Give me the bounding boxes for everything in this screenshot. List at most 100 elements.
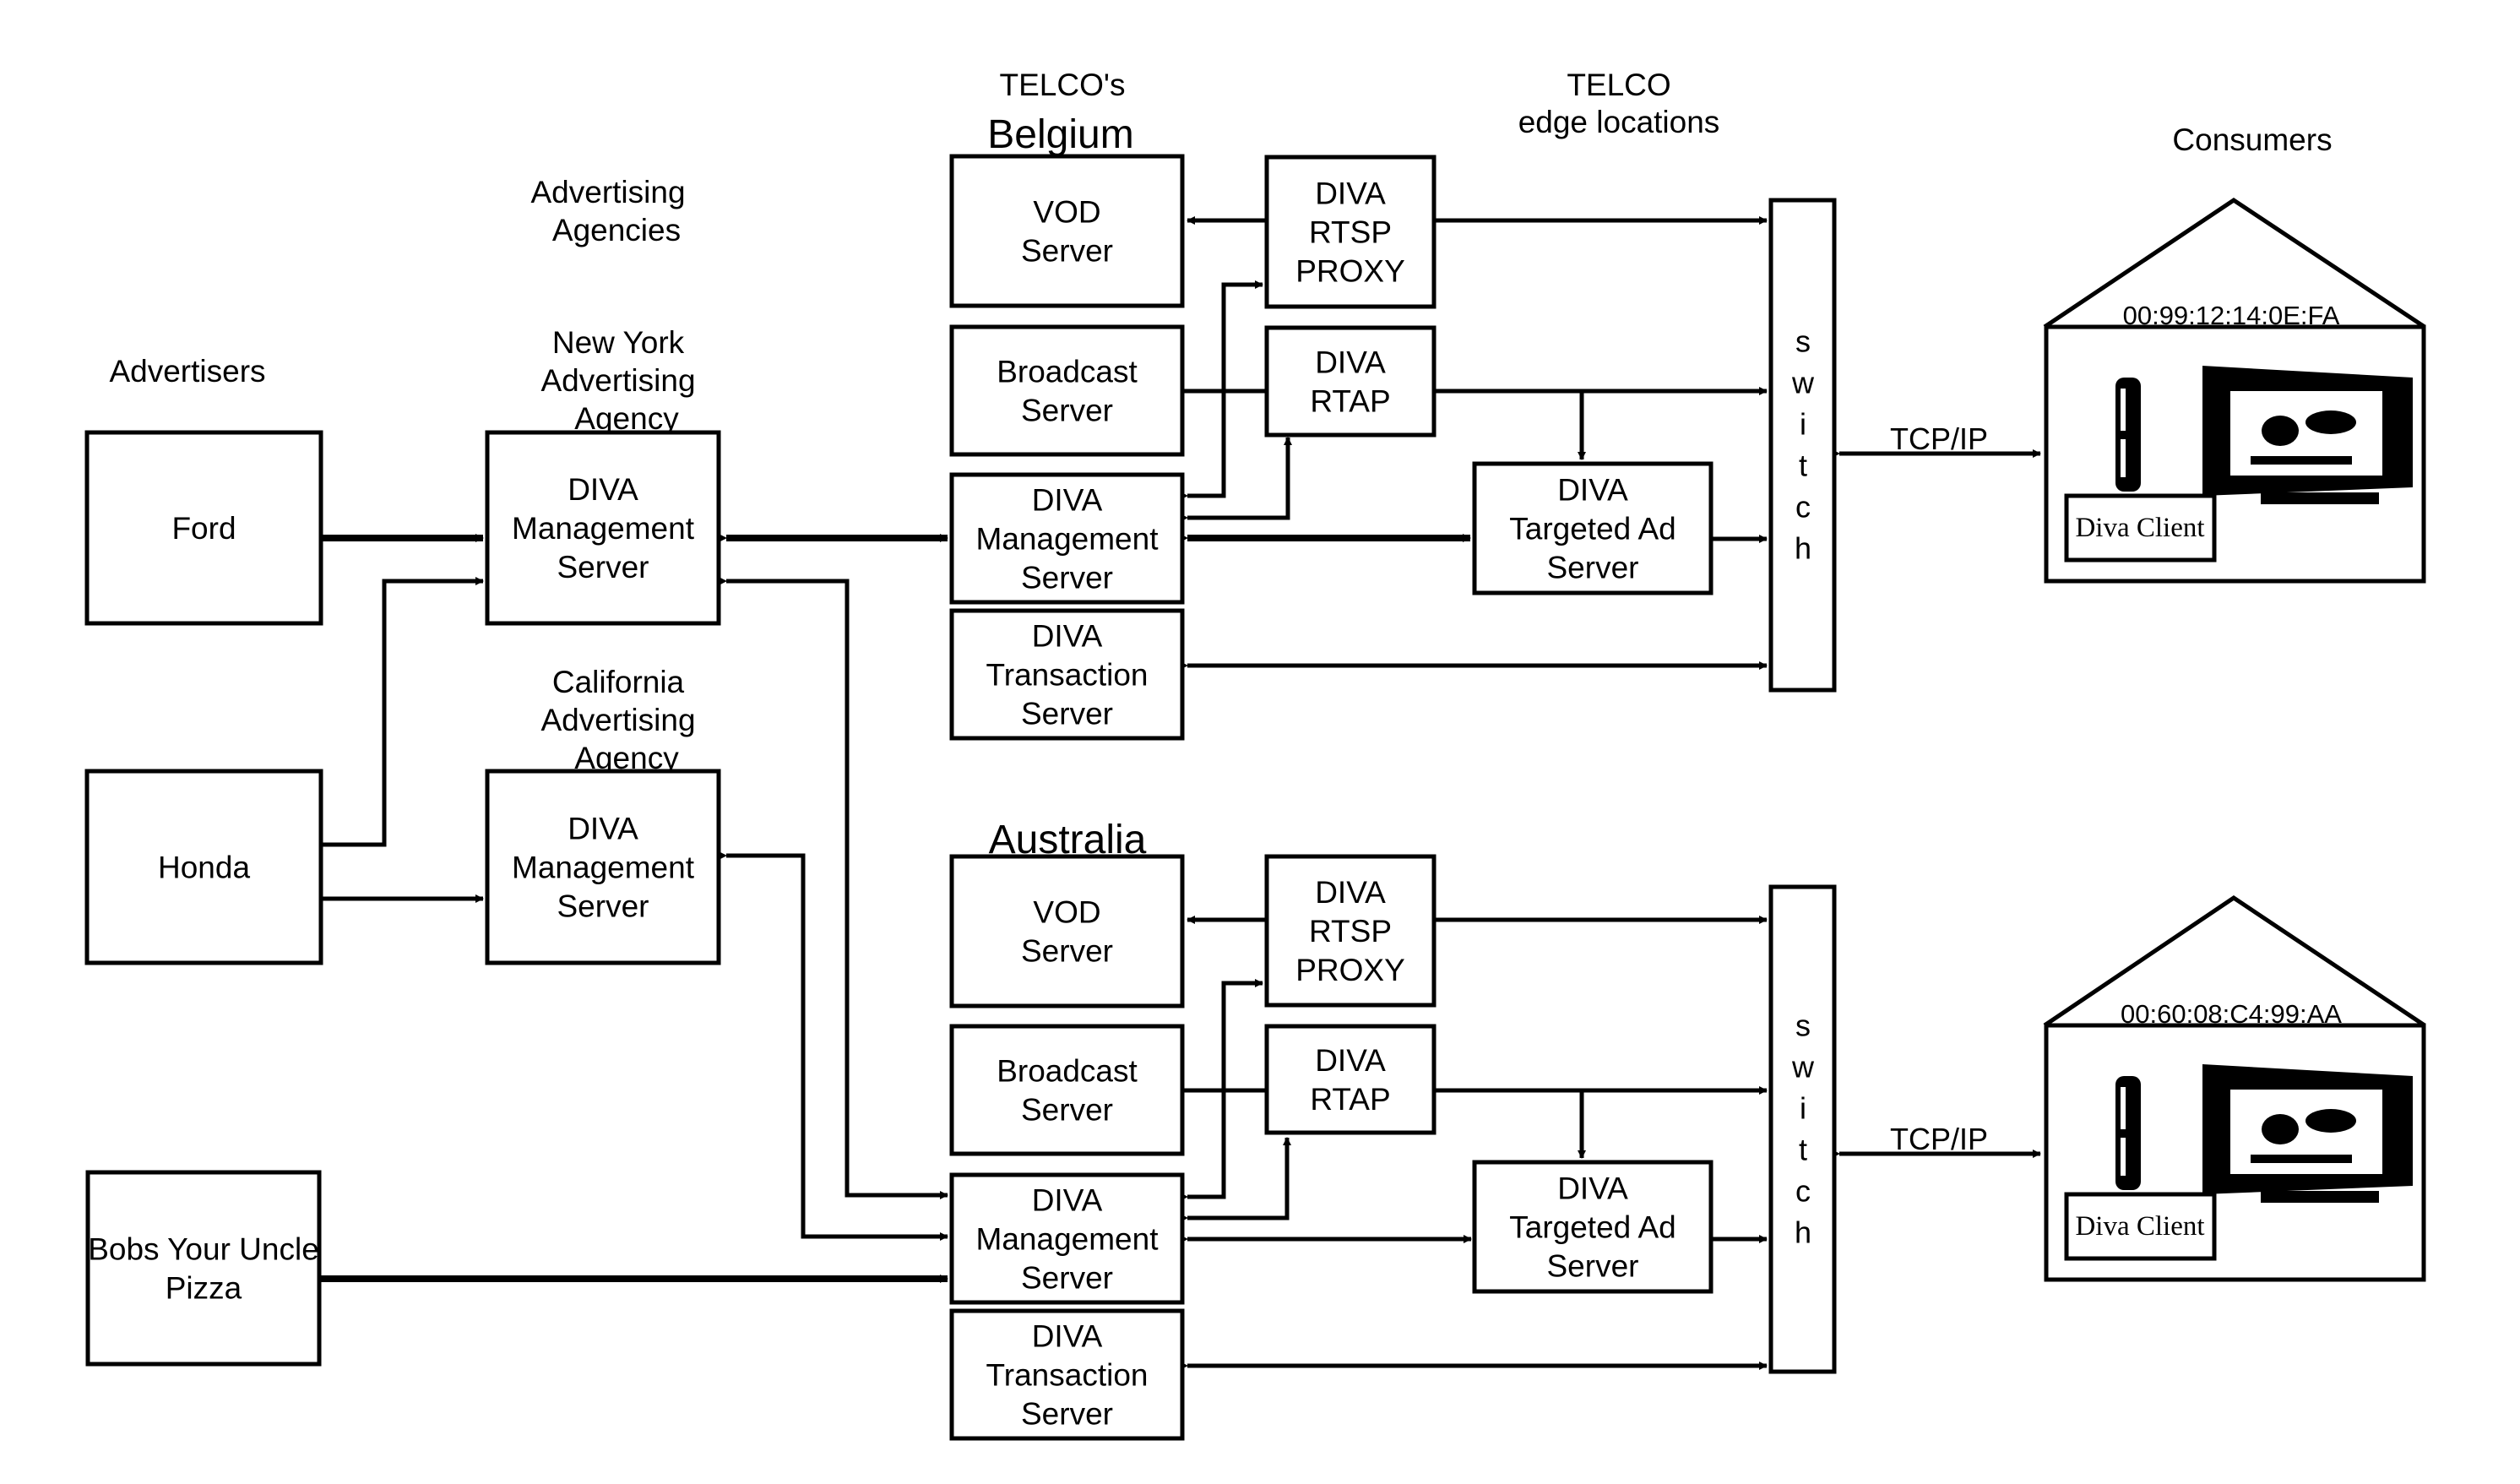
- belgium-diva-rtsp-proxy: DIVA RTSP PROXY: [1264, 155, 1437, 309]
- belgium-diva-rtap-label: DIVA: [1315, 345, 1386, 380]
- australia-vod-server: VOD Server: [949, 854, 1185, 1008]
- belgium-diva-rtsp-proxy-label: DIVA: [1315, 177, 1386, 211]
- belgium-broadcast-server-label: Broadcast: [997, 355, 1138, 389]
- australia-switch-letter: c: [1795, 1174, 1811, 1209]
- australia-broadcast-server-frame: [949, 1024, 1185, 1156]
- belgium-broadcast-server: Broadcast Server: [949, 324, 1185, 457]
- australia-diva-rtsp-proxy-label: DIVA: [1315, 875, 1386, 910]
- belgium-switch: switch: [1768, 198, 1837, 693]
- belgium-vod-server-label: VOD: [1033, 195, 1100, 230]
- australia-diva-rtap: DIVA RTAP: [1264, 1024, 1437, 1135]
- australia-diva-targeted-ad-server-label: Server: [1547, 1249, 1639, 1284]
- australia-broadcast-server: Broadcast Server: [949, 1024, 1185, 1156]
- belgium-diva-transaction-server: DIVA Transaction Server: [949, 608, 1185, 741]
- belgium-diva-rtsp-proxy-label: RTSP: [1309, 215, 1392, 250]
- belgium-vod-server-frame: [949, 154, 1185, 308]
- australia-vod-server-frame: [949, 854, 1185, 1008]
- advertiser-bobs-your-uncle-pizza-label: Pizza: [166, 1271, 242, 1306]
- advertiser-honda-label: Honda: [158, 851, 250, 885]
- belgium-diva-targeted-ad-server-label: Targeted Ad: [1509, 512, 1675, 546]
- header-telco-edge-locations: TELCO edge locations: [1518, 68, 1720, 139]
- ca-agency-management-server-label: Server: [557, 889, 649, 924]
- belgium-diva-targeted-ad-server-label: Server: [1547, 551, 1639, 585]
- australia-consumer-house: 00:60:08:C4:99:AA Diva Client: [2043, 894, 2426, 1282]
- advertiser-ford: Ford: [84, 430, 323, 626]
- australia-broadcast-server-label: Broadcast: [997, 1054, 1138, 1089]
- belgium-diva-transaction-server-label: Transaction: [986, 658, 1149, 693]
- belgium-mac-address: 00:99:12:14:0E:FA: [2123, 301, 2340, 330]
- television-icon: [2202, 1064, 2413, 1203]
- australia-diva-targeted-ad-server-label: DIVA: [1557, 1171, 1628, 1206]
- belgium-diva-rtsp-proxy-label: PROXY: [1295, 254, 1405, 289]
- svg-text:Advertising: Advertising: [530, 175, 685, 209]
- header-telcos: TELCO's: [1000, 68, 1126, 102]
- australia-diva-transaction-server: DIVA Transaction Server: [949, 1308, 1185, 1441]
- belgium-switch-letter: s: [1795, 324, 1811, 359]
- advertiser-bobs-your-uncle-pizza-frame: [85, 1170, 322, 1367]
- australia-diva-rtap-label: RTAP: [1310, 1082, 1390, 1117]
- diva-architecture-diagram: Advertisers Advertising Agencies TELCO's…: [84, 68, 2426, 1441]
- belgium-diva-rtap: DIVA RTAP: [1264, 325, 1437, 438]
- australia-diva-transaction-server-label: DIVA: [1032, 1319, 1103, 1354]
- svg-text:edge locations: edge locations: [1518, 105, 1720, 139]
- ca-agency-management-server-label: Management: [512, 851, 695, 885]
- australia-diva-management-server: DIVA Management Server: [949, 1172, 1185, 1305]
- svg-text:TELCO: TELCO: [1567, 68, 1670, 102]
- belgium-diva-management-server-label: DIVA: [1032, 483, 1103, 518]
- edge-be-mgmt-rtap: [1180, 437, 1292, 522]
- australia-diva-client: Diva Client: [2064, 1192, 2217, 1261]
- consumer-houses: 00:99:12:14:0E:FADiva Client00:60:08:C4:…: [2043, 197, 2426, 1282]
- set-top-box-icon: [2115, 1076, 2141, 1190]
- australia-switch-letter: t: [1799, 1133, 1807, 1167]
- belgium-switch-letter: h: [1795, 531, 1811, 566]
- belgium-diva-management-server-label: Management: [976, 522, 1160, 557]
- australia-diva-management-server-label: Server: [1021, 1261, 1113, 1296]
- belgium-switch-letter: i: [1800, 407, 1806, 442]
- belgium-diva-targeted-ad-server: DIVA Targeted Ad Server: [1472, 461, 1713, 595]
- australia-diva-rtap-label: DIVA: [1315, 1043, 1386, 1078]
- australia-mac-address: 00:60:08:C4:99:AA: [2121, 999, 2342, 1029]
- advertiser-bobs-your-uncle-pizza: Bobs Your Uncle Pizza: [85, 1170, 322, 1367]
- region-title-belgium: Belgium: [987, 112, 1133, 157]
- australia-diva-client-label: Diva Client: [2075, 1211, 2204, 1242]
- set-top-box-icon: [2115, 378, 2141, 492]
- belgium-switch-letter: t: [1799, 448, 1807, 483]
- australia-diva-management-server-label: Management: [976, 1222, 1160, 1257]
- australia-diva-rtap-frame: [1264, 1024, 1437, 1135]
- australia-switch: switch: [1768, 884, 1837, 1374]
- ny-agency-management-server: DIVA Management Server: [485, 430, 721, 626]
- belgium-consumer-house: 00:99:12:14:0E:FA Diva Client: [2043, 197, 2426, 584]
- svg-text:New York: New York: [552, 325, 685, 360]
- belgium-switch-frame: [1768, 198, 1837, 693]
- ca-agency-management-server: DIVA Management Server: [485, 769, 721, 965]
- australia-switch-letter: h: [1795, 1215, 1811, 1250]
- australia-vod-server-label: VOD: [1033, 895, 1100, 930]
- belgium-diva-client-label: Diva Client: [2075, 513, 2204, 543]
- advertiser-ford-label: Ford: [171, 511, 236, 546]
- ny-agency-management-server-label: Management: [512, 511, 695, 546]
- australia-diva-targeted-ad-server: DIVA Targeted Ad Server: [1472, 1160, 1713, 1294]
- australia-diva-transaction-server-label: Server: [1021, 1397, 1113, 1432]
- belgium-switch-letter: c: [1795, 490, 1811, 525]
- belgium-switch-letter: w: [1791, 366, 1815, 400]
- australia-diva-targeted-ad-server-label: Targeted Ad: [1509, 1210, 1675, 1245]
- belgium-vod-server: VOD Server: [949, 154, 1185, 308]
- advertiser-bobs-your-uncle-pizza-label: Bobs Your Uncle: [88, 1232, 319, 1267]
- belgium-diva-management-server-label: Server: [1021, 561, 1113, 595]
- belgium-diva-rtap-frame: [1264, 325, 1437, 438]
- australia-diva-rtsp-proxy-label: RTSP: [1309, 914, 1392, 949]
- svg-text:Agencies: Agencies: [552, 213, 681, 247]
- ca-agency-management-server-label: DIVA: [568, 812, 638, 846]
- header-advertising-agencies: Advertising Agencies: [530, 175, 685, 247]
- belgium-diva-client: Diva Client: [2064, 493, 2217, 563]
- belgium-broadcast-server-frame: [949, 324, 1185, 457]
- header-advertisers: Advertisers: [109, 354, 265, 389]
- belgium-diva-transaction-server-label: DIVA: [1032, 619, 1103, 654]
- agency-title-new-york: New York Advertising Agency: [540, 325, 695, 436]
- header-consumers: Consumers: [2172, 122, 2332, 157]
- belgium-diva-management-server: DIVA Management Server: [949, 472, 1185, 605]
- svg-text:Advertising: Advertising: [540, 703, 695, 737]
- svg-text:Advertising: Advertising: [540, 363, 695, 398]
- australia-diva-rtsp-proxy-label: PROXY: [1295, 953, 1405, 987]
- australia-switch-letter: s: [1795, 1008, 1811, 1043]
